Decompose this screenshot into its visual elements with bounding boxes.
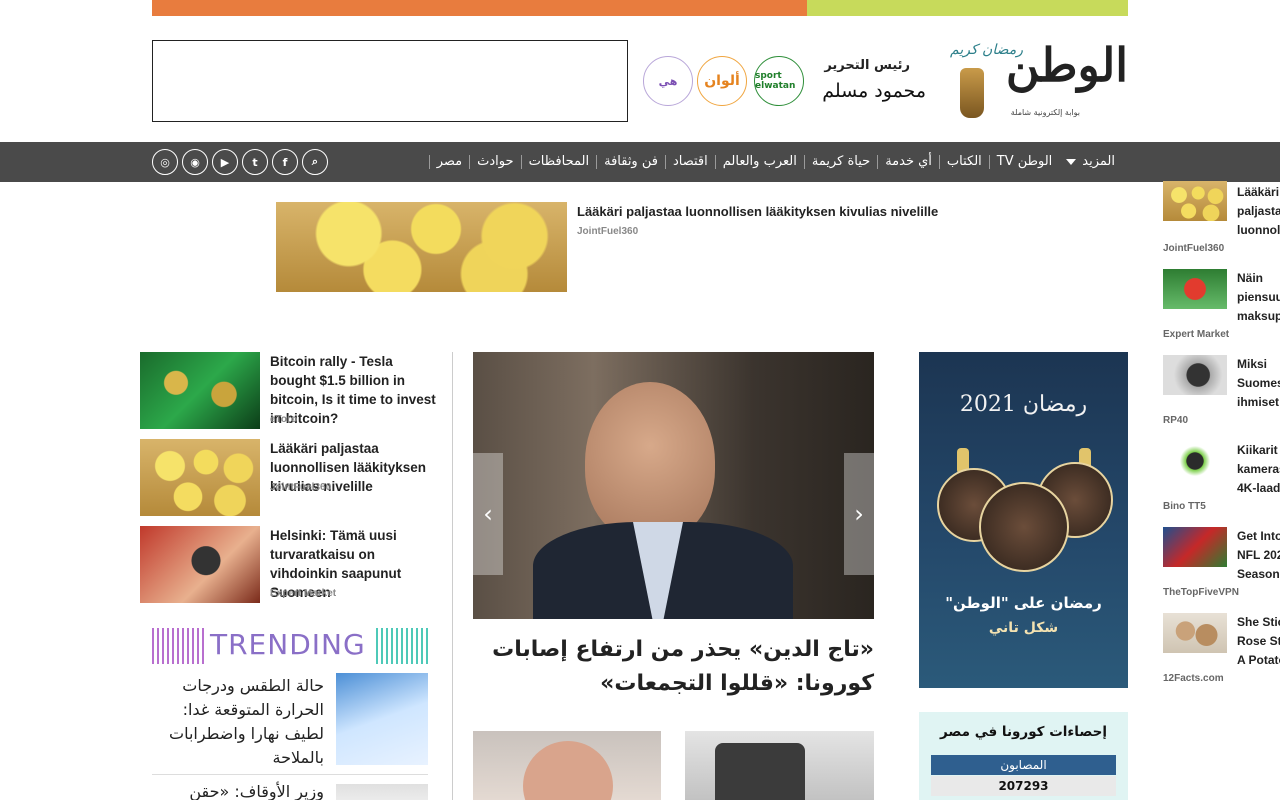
trending-item[interactable]: حالة الطقس ودرجات الحرارة المتوقعة غدا: … xyxy=(152,672,428,768)
trending-banner: TRENDING xyxy=(152,624,428,668)
left-feed-item[interactable]: Lääkäri paljastaa luonnollisen lääkityks… xyxy=(140,439,440,517)
feed-source[interactable]: eToro xyxy=(270,414,297,425)
social-links: ◎ ◉ ▶ t f ⌕ xyxy=(152,149,328,175)
soundwave-icon xyxy=(152,628,204,664)
divider xyxy=(152,774,428,775)
hero-photo xyxy=(585,382,715,542)
feed-source[interactable]: Expert Market xyxy=(270,588,336,599)
instagram-icon[interactable]: ◎ xyxy=(152,149,178,175)
feed-image[interactable] xyxy=(1163,527,1227,567)
corona-cases-value: 207293 xyxy=(931,776,1116,796)
facebook-icon[interactable]: f xyxy=(272,149,298,175)
sponsored-image[interactable] xyxy=(276,202,567,292)
feed-image[interactable] xyxy=(1163,181,1227,221)
feed-image[interactable] xyxy=(1163,441,1227,481)
series-poster xyxy=(979,482,1069,572)
feed-title[interactable]: Lääkäri paljastaa luonnollisen xyxy=(1237,183,1280,240)
ramadan-promo-line1: رمضان على "الوطن" xyxy=(945,594,1102,612)
thumbnail-photo xyxy=(715,743,805,800)
feed-title[interactable]: Get Into NFL 202 Season xyxy=(1237,527,1280,584)
nav-item-decent-life[interactable]: حياة كريمة xyxy=(803,155,877,169)
feed-image[interactable] xyxy=(140,439,260,516)
right-feed-item[interactable]: Lääkäri paljastaa luonnollisen JointFuel… xyxy=(1163,181,1280,261)
hero-headline[interactable]: «تاج الدين» يحذر من ارتفاع إصابات كورونا… xyxy=(473,633,874,701)
feed-image[interactable] xyxy=(1163,613,1227,653)
left-feed-item[interactable]: Bitcoin rally - Tesla bought $1.5 billio… xyxy=(140,352,440,430)
feed-source[interactable]: Expert Market xyxy=(1163,329,1229,340)
feed-source[interactable]: JointFuel360 xyxy=(1163,243,1224,254)
trending-title[interactable]: وزير الأوقاف: «حقن xyxy=(189,782,324,800)
nav-item-governorates[interactable]: المحافظات xyxy=(520,155,597,169)
right-feed-item[interactable]: She Stic Rose St A Potato 12Facts.com xyxy=(1163,613,1280,685)
ramadan-promo-ad[interactable]: رمضان 2021 رمضان على "الوطن" شكل تاني xyxy=(919,352,1128,688)
header-ad-slot[interactable] xyxy=(152,40,628,122)
hya-logo-icon[interactable]: هي xyxy=(643,56,693,106)
soundwave-icon xyxy=(376,628,428,664)
nav-item-any-service[interactable]: أي خدمة xyxy=(877,155,939,169)
trending-label: TRENDING xyxy=(210,628,366,661)
feed-image[interactable] xyxy=(1163,355,1227,395)
sport-elwatan-logo-icon[interactable]: sport elwatan xyxy=(754,56,804,106)
twitter-icon[interactable]: t xyxy=(242,149,268,175)
feed-image[interactable] xyxy=(140,352,260,429)
feed-source[interactable]: Bino TT5 xyxy=(1163,501,1206,512)
sponsored-title[interactable]: Lääkäri paljastaa luonnollisen lääkityks… xyxy=(577,204,938,219)
trending-image[interactable] xyxy=(336,784,428,800)
feed-title[interactable]: Miksi Suomes ihmiset xyxy=(1237,355,1280,412)
hero-slider[interactable]: ‹ › xyxy=(473,352,874,619)
feed-source[interactable]: 12Facts.com xyxy=(1163,673,1224,684)
lantern-icon xyxy=(960,68,984,118)
corona-stats-widget: إحصاءات كورونا في مصر المصابون 207293 xyxy=(919,712,1128,800)
rss-icon[interactable]: ◉ xyxy=(182,149,208,175)
nav-item-egypt[interactable]: مصر xyxy=(428,155,469,169)
search-icon[interactable]: ⌕ xyxy=(302,149,328,175)
trending-item[interactable]: وزير الأوقاف: «حقن xyxy=(152,782,428,800)
alwan-logo-icon[interactable]: ألوان xyxy=(697,56,747,106)
corona-cases-label: المصابون xyxy=(931,755,1116,775)
slider-prev-button[interactable]: ‹ xyxy=(473,453,503,575)
right-feed-item[interactable]: Näin piensuuria maksup Expert Market xyxy=(1163,269,1280,341)
article-thumbnail[interactable] xyxy=(685,731,874,800)
nav-item-art-culture[interactable]: فن وثقافة xyxy=(596,155,665,169)
feed-image[interactable] xyxy=(1163,269,1227,309)
right-feed-item[interactable]: Get Into NFL 202 Season TheTopFiveVPN xyxy=(1163,527,1280,599)
slider-next-button[interactable]: › xyxy=(844,453,874,575)
sponsored-source[interactable]: JointFuel360 xyxy=(577,226,638,237)
logo-wordmark: الوطن xyxy=(1005,38,1128,92)
right-feed-item[interactable]: Miksi Suomes ihmiset RP40 xyxy=(1163,355,1280,427)
nav-item-incidents[interactable]: حوادث xyxy=(469,155,520,169)
nav-item-watan-tv[interactable]: الوطن TV xyxy=(988,155,1060,169)
feed-source[interactable]: TheTopFiveVPN xyxy=(1163,587,1239,598)
feed-title[interactable]: She Stic Rose St A Potato xyxy=(1237,613,1280,670)
logo-ramadan-text: رمضان كريم xyxy=(950,42,1024,58)
logo-tagline: بوابة إلكترونية شاملة xyxy=(1010,108,1080,117)
editor-in-chief-name: محمود مسلم xyxy=(822,80,926,102)
feed-image[interactable] xyxy=(140,526,260,603)
youtube-icon[interactable]: ▶ xyxy=(212,149,238,175)
editor-in-chief-label: رئيس التحرير xyxy=(824,58,910,73)
ramadan-promo-line2: شكل تاني xyxy=(988,620,1059,636)
feed-title[interactable]: Kiikarit kameras 4K-laad xyxy=(1237,441,1280,498)
corona-stats-heading: إحصاءات كورونا في مصر xyxy=(939,724,1108,740)
article-thumbnail[interactable] xyxy=(473,731,661,800)
trending-title[interactable]: حالة الطقس ودرجات الحرارة المتوقعة غدا: … xyxy=(152,674,324,770)
top-color-bar xyxy=(152,0,1128,16)
nav-items: مصر حوادث المحافظات فن وثقافة اقتصاد الع… xyxy=(428,142,1122,182)
feed-title[interactable]: Näin piensuuria maksup xyxy=(1237,269,1280,326)
right-feed-item[interactable]: Kiikarit kameras 4K-laad Bino TT5 xyxy=(1163,441,1280,513)
nav-item-writers[interactable]: الكتاب xyxy=(938,155,989,169)
nav-item-more[interactable]: المزيد xyxy=(1059,155,1122,169)
nav-item-economy[interactable]: اقتصاد xyxy=(664,155,715,169)
thumbnail-photo xyxy=(523,741,613,800)
site-logo[interactable]: الوطن رمضان كريم بوابة إلكترونية شاملة xyxy=(948,38,1128,124)
column-divider xyxy=(452,352,453,800)
left-feed-item[interactable]: Helsinki: Tämä uusi turvaratkaisu on vih… xyxy=(140,526,440,604)
ramadan-year: رمضان 2021 xyxy=(959,392,1088,417)
feed-source[interactable]: JointFuel360 xyxy=(270,482,331,493)
trending-image[interactable] xyxy=(336,673,428,765)
nav-item-arab-world[interactable]: العرب والعالم xyxy=(714,155,804,169)
feed-source[interactable]: RP40 xyxy=(1163,415,1188,426)
